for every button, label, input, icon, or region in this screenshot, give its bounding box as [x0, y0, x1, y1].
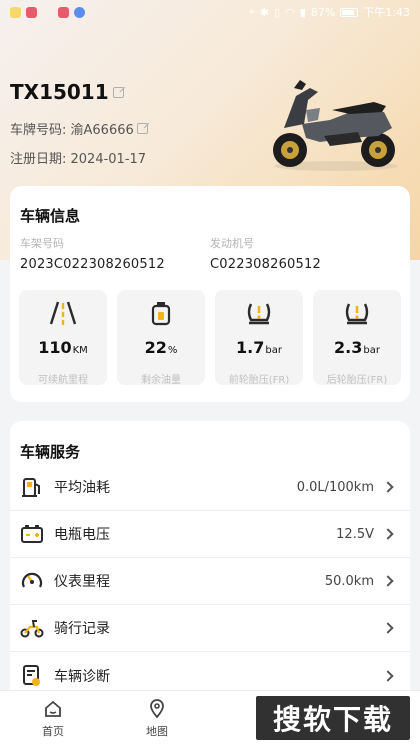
vehicle-info-card: 车辆信息 车架号码 2023C022308260512 发动机号 C022308…	[10, 186, 410, 402]
app-notification-icon	[74, 6, 85, 18]
plate-number[interactable]: 车牌号码: 渝A66666	[10, 119, 148, 138]
registration-date: 注册日期: 2024-01-17	[10, 148, 146, 167]
fuel-can-icon	[150, 300, 172, 326]
tire-pressure-icon	[245, 300, 273, 326]
watermark-logo: 搜软下载	[256, 696, 410, 740]
service-item-battery-voltage[interactable]: 电瓶电压 12.5V	[10, 511, 410, 558]
vehicle-name-text: TX15011	[10, 80, 109, 104]
stat-label: 可续航里程	[38, 375, 88, 386]
stat-label: 后轮胎压(FR)	[326, 375, 388, 386]
stat-front-tire-pressure[interactable]: 1.7bar 前轮胎压(FR)	[215, 290, 303, 386]
status-bar: ⌖ ✱ ▯ ◠ ▮ 87% 下午1:43	[0, 0, 420, 24]
chevron-right-icon	[382, 669, 394, 682]
bluetooth-icon: ✱	[259, 5, 270, 19]
service-value: 50.0km	[324, 573, 374, 589]
chevron-right-icon	[382, 528, 394, 540]
signal-icon: ▮	[299, 5, 306, 19]
battery-icon	[340, 7, 359, 17]
vibrate-icon: ▯	[274, 5, 281, 19]
engine-number-value: C022308260512	[210, 257, 321, 272]
vehicle-service-card: 车辆服务 平均油耗 0.0L/100km 电瓶电压 12.5V 仪表里程 50.…	[10, 421, 410, 701]
battery-icon	[20, 522, 44, 546]
service-item-odometer[interactable]: 仪表里程 50.0km	[10, 558, 410, 605]
status-indicators: ⌖ ✱ ▯ ◠ ▮ 87% 下午1:43	[249, 4, 410, 20]
service-label: 车辆诊断	[54, 668, 110, 685]
tab-label: 首页	[42, 725, 64, 738]
vehicle-name[interactable]: TX15011	[10, 80, 124, 104]
frame-number-value: 2023C022308260512	[20, 257, 165, 272]
app-notification-icon	[26, 6, 37, 18]
service-label: 骑行记录	[54, 621, 110, 637]
gauge-icon	[20, 569, 44, 593]
map-pin-icon	[150, 699, 164, 719]
home-icon	[45, 700, 61, 717]
edit-icon[interactable]	[136, 123, 148, 134]
battery-percent: 87%	[310, 5, 336, 19]
diagnosis-icon	[20, 664, 44, 688]
service-value: 12.5V	[336, 526, 374, 542]
card-title: 车辆服务	[20, 443, 81, 461]
clock: 下午1:43	[363, 6, 410, 19]
registration-date-text: 注册日期: 2024-01-17	[10, 152, 147, 167]
road-icon	[48, 300, 78, 326]
plate-number-text: 车牌号码: 渝A66666	[10, 123, 134, 138]
tire-pressure-icon	[343, 300, 371, 326]
service-label: 平均油耗	[54, 480, 110, 496]
service-label: 电瓶电压	[54, 527, 110, 543]
stat-value: 22%	[144, 338, 178, 357]
app-notification-icon	[58, 6, 69, 18]
stat-label: 前轮胎压(FR)	[228, 375, 290, 386]
wifi-icon: ◠	[285, 5, 295, 19]
service-item-avg-fuel[interactable]: 平均油耗 0.0L/100km	[10, 464, 410, 511]
service-label: 仪表里程	[54, 574, 110, 590]
stat-label: 剩余油量	[141, 375, 181, 386]
service-item-ride-history[interactable]: 骑行记录	[10, 605, 410, 652]
tab-map[interactable]: 地图	[127, 699, 187, 739]
stat-value: 110KM	[38, 338, 88, 357]
edit-icon[interactable]	[112, 86, 124, 98]
tab-label: 地图	[146, 725, 168, 738]
stat-fuel-level[interactable]: 22% 剩余油量	[117, 290, 205, 386]
engine-number-label: 发动机号	[210, 237, 254, 250]
location-icon: ⌖	[248, 5, 255, 18]
app-notification-icon	[10, 6, 21, 18]
chevron-right-icon	[382, 481, 394, 493]
scooter-icon	[20, 616, 44, 640]
stat-rear-tire-pressure[interactable]: 2.3bar 后轮胎压(FR)	[313, 290, 401, 386]
fuel-pump-icon	[20, 475, 44, 499]
stat-value: 2.3bar	[334, 338, 380, 357]
status-apps	[10, 6, 85, 18]
chevron-right-icon	[382, 622, 394, 634]
stat-value: 1.7bar	[236, 338, 282, 357]
service-value: 0.0L/100km	[296, 479, 374, 495]
chevron-right-icon	[382, 575, 394, 587]
stat-range[interactable]: 110KM 可续航里程	[19, 290, 107, 386]
motorcycle-image	[273, 80, 398, 171]
card-title: 车辆信息	[20, 207, 81, 225]
tab-home[interactable]: 首页	[23, 699, 83, 739]
frame-number-label: 车架号码	[20, 237, 64, 250]
